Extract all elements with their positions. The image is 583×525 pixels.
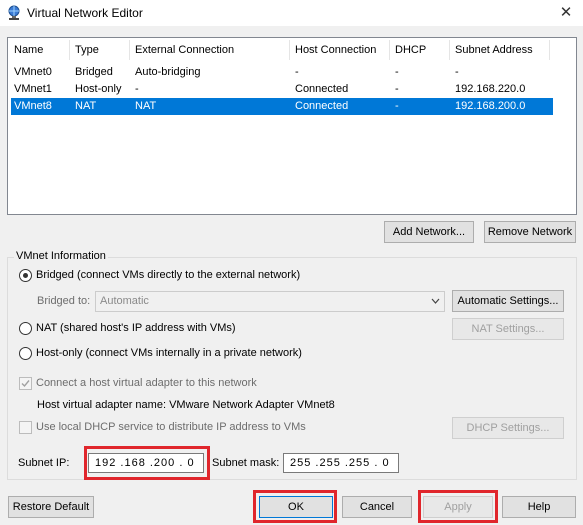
close-icon[interactable]: ✕ [555, 3, 577, 23]
cell-host: Connected [295, 83, 349, 95]
cell-type: Host-only [75, 83, 122, 95]
dhcp-label: Use local DHCP service to distribute IP … [36, 421, 306, 433]
cell-subnet: 192.168.200.0 [455, 100, 526, 112]
cell-name: VMnet8 [14, 100, 52, 112]
cell-name: VMnet1 [14, 83, 52, 95]
bridged-label[interactable]: Bridged (connect VMs directly to the ext… [36, 269, 300, 281]
highlight-apply [418, 490, 498, 523]
highlight-subnet-ip [84, 446, 210, 480]
nat-label[interactable]: NAT (shared host's IP address with VMs) [36, 322, 236, 334]
host-only-label[interactable]: Host-only (connect VMs internally in a p… [36, 347, 302, 359]
cell-subnet: - [455, 66, 459, 78]
bridged-radio[interactable] [19, 269, 32, 282]
automatic-settings-button[interactable]: Automatic Settings... [452, 290, 564, 312]
connect-adapter-label: Connect a host virtual adapter to this n… [36, 377, 257, 389]
bridged-to-label: Bridged to: [37, 295, 91, 307]
cell-type: NAT [75, 100, 97, 112]
column-header-external[interactable]: External Connection [129, 38, 234, 62]
checkmark-icon [21, 380, 30, 388]
host-only-radio[interactable] [19, 347, 32, 360]
nat-radio[interactable] [19, 322, 32, 335]
cell-name: VMnet0 [14, 66, 52, 78]
network-globe-icon [8, 5, 20, 20]
chevron-down-icon [431, 292, 440, 318]
cell-external: Auto-bridging [135, 66, 201, 78]
cell-subnet: 192.168.220.0 [455, 83, 526, 95]
dhcp-settings-button[interactable]: DHCP Settings... [452, 417, 564, 439]
bridged-to-select[interactable]: Automatic [95, 291, 445, 312]
cell-dhcp: - [395, 66, 399, 78]
column-header-subnet[interactable]: Subnet Address [449, 38, 533, 62]
table-row[interactable]: VMnet1 Host-only - Connected - 192.168.2… [11, 81, 553, 98]
cell-dhcp: - [395, 83, 399, 95]
cell-host: - [295, 66, 299, 78]
add-network-button[interactable]: Add Network... [384, 221, 474, 243]
cell-dhcp: - [395, 100, 399, 112]
remove-network-button[interactable]: Remove Network [484, 221, 576, 243]
subnet-mask-input[interactable]: 255 .255 .255 . 0 [283, 453, 399, 473]
help-button[interactable]: Help [502, 496, 576, 518]
list-header: Name Type External Connection Host Conne… [8, 38, 576, 62]
connect-adapter-checkbox[interactable] [19, 377, 32, 390]
cell-external: - [135, 83, 139, 95]
column-header-name[interactable]: Name [8, 38, 43, 62]
column-header-host[interactable]: Host Connection [289, 38, 376, 62]
cell-host: Connected [295, 100, 349, 112]
nat-settings-button[interactable]: NAT Settings... [452, 318, 564, 340]
subnet-ip-label: Subnet IP: [18, 457, 70, 469]
cancel-button[interactable]: Cancel [342, 496, 412, 518]
restore-default-button[interactable]: Restore Default [8, 496, 94, 518]
group-label: VMnet Information [14, 250, 108, 262]
window-title: Virtual Network Editor [27, 6, 143, 20]
cell-type: Bridged [75, 66, 113, 78]
adapter-name-label: Host virtual adapter name: VMware Networ… [37, 399, 335, 411]
bridged-to-value: Automatic [100, 295, 149, 307]
table-row-selected[interactable]: VMnet8 NAT NAT Connected - 192.168.200.0 [11, 98, 553, 115]
network-list[interactable]: Name Type External Connection Host Conne… [7, 37, 577, 215]
use-dhcp-checkbox[interactable] [19, 421, 32, 434]
table-row[interactable]: VMnet0 Bridged Auto-bridging - - - [11, 64, 553, 81]
highlight-ok [253, 490, 337, 523]
column-header-type[interactable]: Type [69, 38, 99, 62]
subnet-mask-label: Subnet mask: [212, 457, 280, 469]
title-bar: Virtual Network Editor ✕ [0, 0, 583, 26]
cell-external: NAT [135, 100, 157, 112]
column-header-dhcp[interactable]: DHCP [389, 38, 426, 62]
